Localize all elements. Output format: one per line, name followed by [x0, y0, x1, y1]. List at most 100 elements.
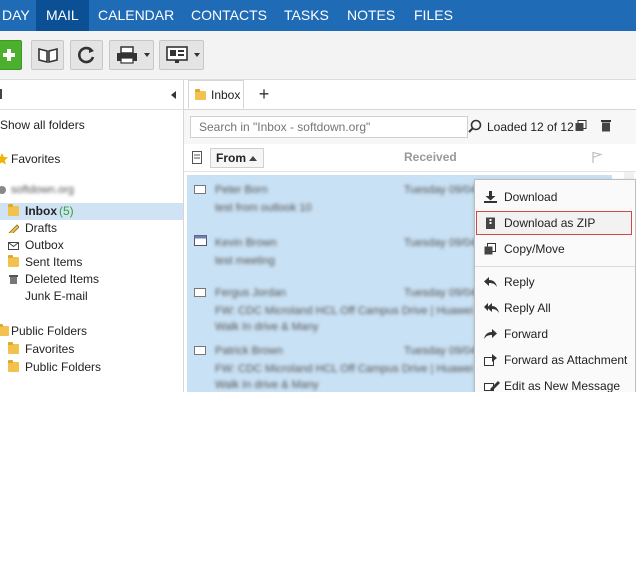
folder-sent-items[interactable]: Sent Items: [0, 254, 183, 271]
view-icon: [165, 46, 188, 63]
message-date: Tuesday 09/04: [404, 237, 477, 249]
public-favorites-node[interactable]: Favorites: [0, 341, 183, 358]
folder-drafts[interactable]: Drafts: [0, 220, 183, 237]
folder-label: Inbox: [25, 204, 57, 218]
menu-item-copy-move[interactable]: Copy/Move: [476, 237, 632, 261]
top-navigation: DAY MAIL CALENDAR CONTACTS TASKS NOTES F…: [0, 0, 636, 31]
nav-tab-day[interactable]: DAY: [0, 0, 40, 31]
menu-item-label: Forward: [504, 327, 549, 341]
copy-icon[interactable]: [575, 120, 587, 132]
search-icon[interactable]: [468, 119, 482, 133]
address-book-icon: [37, 47, 58, 64]
menu-item-edit-new-message[interactable]: Edit as New Message: [476, 374, 632, 392]
menu-item-label: Edit as New Message: [504, 379, 621, 392]
trash-icon[interactable]: [600, 119, 612, 132]
sort-ascending-icon: [249, 156, 257, 161]
zip-file-icon: [486, 217, 495, 229]
menu-item-label: Download: [504, 190, 558, 204]
message-sender: Peter Born: [215, 184, 268, 196]
message-type-icon: [192, 151, 202, 164]
refresh-button[interactable]: [70, 40, 103, 70]
forward-icon: [484, 329, 497, 339]
collapse-panel-icon[interactable]: [171, 91, 176, 99]
nav-tab-mail[interactable]: MAIL: [36, 0, 89, 31]
menu-item-download[interactable]: Download: [476, 185, 632, 209]
folder-label: Outbox: [25, 238, 64, 252]
star-icon: [0, 153, 8, 165]
folder-icon: [8, 342, 19, 354]
show-all-folders-link[interactable]: Show all folders: [0, 118, 85, 132]
new-plus-icon: [3, 49, 15, 61]
folder-label: Deleted Items: [25, 272, 100, 286]
nav-tab-calendar[interactable]: CALENDAR: [88, 0, 184, 31]
inbox-folder-icon: [8, 204, 19, 216]
copy-icon: [484, 243, 496, 255]
chevron-down-icon: [194, 53, 200, 57]
envelope-icon: [194, 288, 206, 297]
menu-item-forward[interactable]: Forward: [476, 322, 632, 346]
public-folder-icon: [0, 324, 9, 336]
menu-item-label: Reply: [504, 275, 535, 289]
menu-item-reply[interactable]: Reply: [476, 270, 632, 294]
toolbar: [0, 31, 636, 80]
flag-icon[interactable]: [591, 151, 603, 164]
folder-outbox[interactable]: Outbox: [0, 237, 183, 254]
message-date: Tuesday 09/04: [404, 184, 477, 196]
menu-separator: [475, 266, 635, 267]
reply-icon: [484, 277, 497, 287]
folder-tabs: Inbox +: [184, 80, 636, 110]
menu-item-download-zip[interactable]: Download as ZIP: [476, 211, 632, 235]
message-sender: Fergus Jordan: [215, 287, 286, 299]
nav-tab-tasks[interactable]: TASKS: [274, 0, 339, 31]
edit-message-icon: [484, 381, 500, 391]
folder-label: Drafts: [25, 221, 58, 235]
folder-label: Sent Items: [25, 255, 83, 269]
received-column-header[interactable]: Received: [404, 150, 457, 164]
message-sender: Patrick Brown: [215, 345, 283, 357]
address-book-button[interactable]: [31, 40, 64, 70]
folder-junk-email[interactable]: Junk E-mail: [0, 288, 183, 305]
public-folders-node[interactable]: Public Folders: [0, 323, 183, 340]
message-subject: test from outlook 10: [215, 202, 312, 214]
nav-tab-files[interactable]: FILES: [404, 0, 463, 31]
menu-item-reply-all[interactable]: Reply All: [476, 296, 632, 320]
favorites-node[interactable]: Favorites: [0, 151, 183, 168]
download-icon: [484, 191, 497, 203]
tab-inbox[interactable]: Inbox: [188, 80, 244, 109]
inbox-folder-icon: [195, 89, 206, 100]
menu-item-label: Download as ZIP: [504, 216, 596, 230]
loaded-count: Loaded 12 of 12: [487, 120, 574, 134]
menu-item-label: Forward as Attachment: [504, 353, 628, 367]
tab-inbox-label: Inbox: [211, 88, 241, 102]
message-subject: FW: CDC Microland HCL Off Campus Drive |…: [215, 363, 474, 375]
folder-label: Favorites: [25, 342, 75, 356]
folder-deleted-items[interactable]: Deleted Items: [0, 271, 183, 288]
view-button[interactable]: [159, 40, 204, 70]
new-message-button[interactable]: [0, 40, 22, 70]
message-subject: test meeting: [215, 255, 275, 267]
refresh-icon: [77, 46, 94, 64]
folder-label: Public Folders: [25, 360, 102, 374]
public-folders-child-node[interactable]: Public Folders: [0, 359, 183, 376]
search-input[interactable]: [190, 116, 468, 138]
unread-count-badge: (5): [59, 204, 74, 218]
mail-app: DAY MAIL CALENDAR CONTACTS TASKS NOTES F…: [0, 0, 636, 392]
folder-icon: [8, 360, 19, 372]
menu-item-label: Reply All: [504, 301, 551, 315]
envelope-icon: [194, 346, 206, 355]
search-bar: Loaded 12 of 12: [184, 110, 636, 144]
sent-folder-icon: [8, 255, 19, 267]
context-menu: Download Download as ZIP Copy/Move Reply…: [474, 179, 636, 392]
menu-item-forward-attachment[interactable]: Forward as Attachment: [476, 348, 632, 372]
from-column-header[interactable]: From: [210, 148, 264, 168]
envelope-icon: [194, 185, 206, 194]
message-list-header: From Received: [184, 145, 636, 172]
meeting-icon: [194, 235, 207, 246]
add-tab-button[interactable]: +: [255, 84, 273, 104]
nav-tab-contacts[interactable]: CONTACTS: [181, 0, 277, 31]
message-date: Tuesday 09/04: [404, 287, 477, 299]
folder-inbox[interactable]: Inbox (5): [0, 203, 183, 220]
nav-tab-notes[interactable]: NOTES: [337, 0, 405, 31]
print-button[interactable]: [109, 40, 154, 70]
account-node[interactable]: softdown.org: [0, 182, 183, 199]
